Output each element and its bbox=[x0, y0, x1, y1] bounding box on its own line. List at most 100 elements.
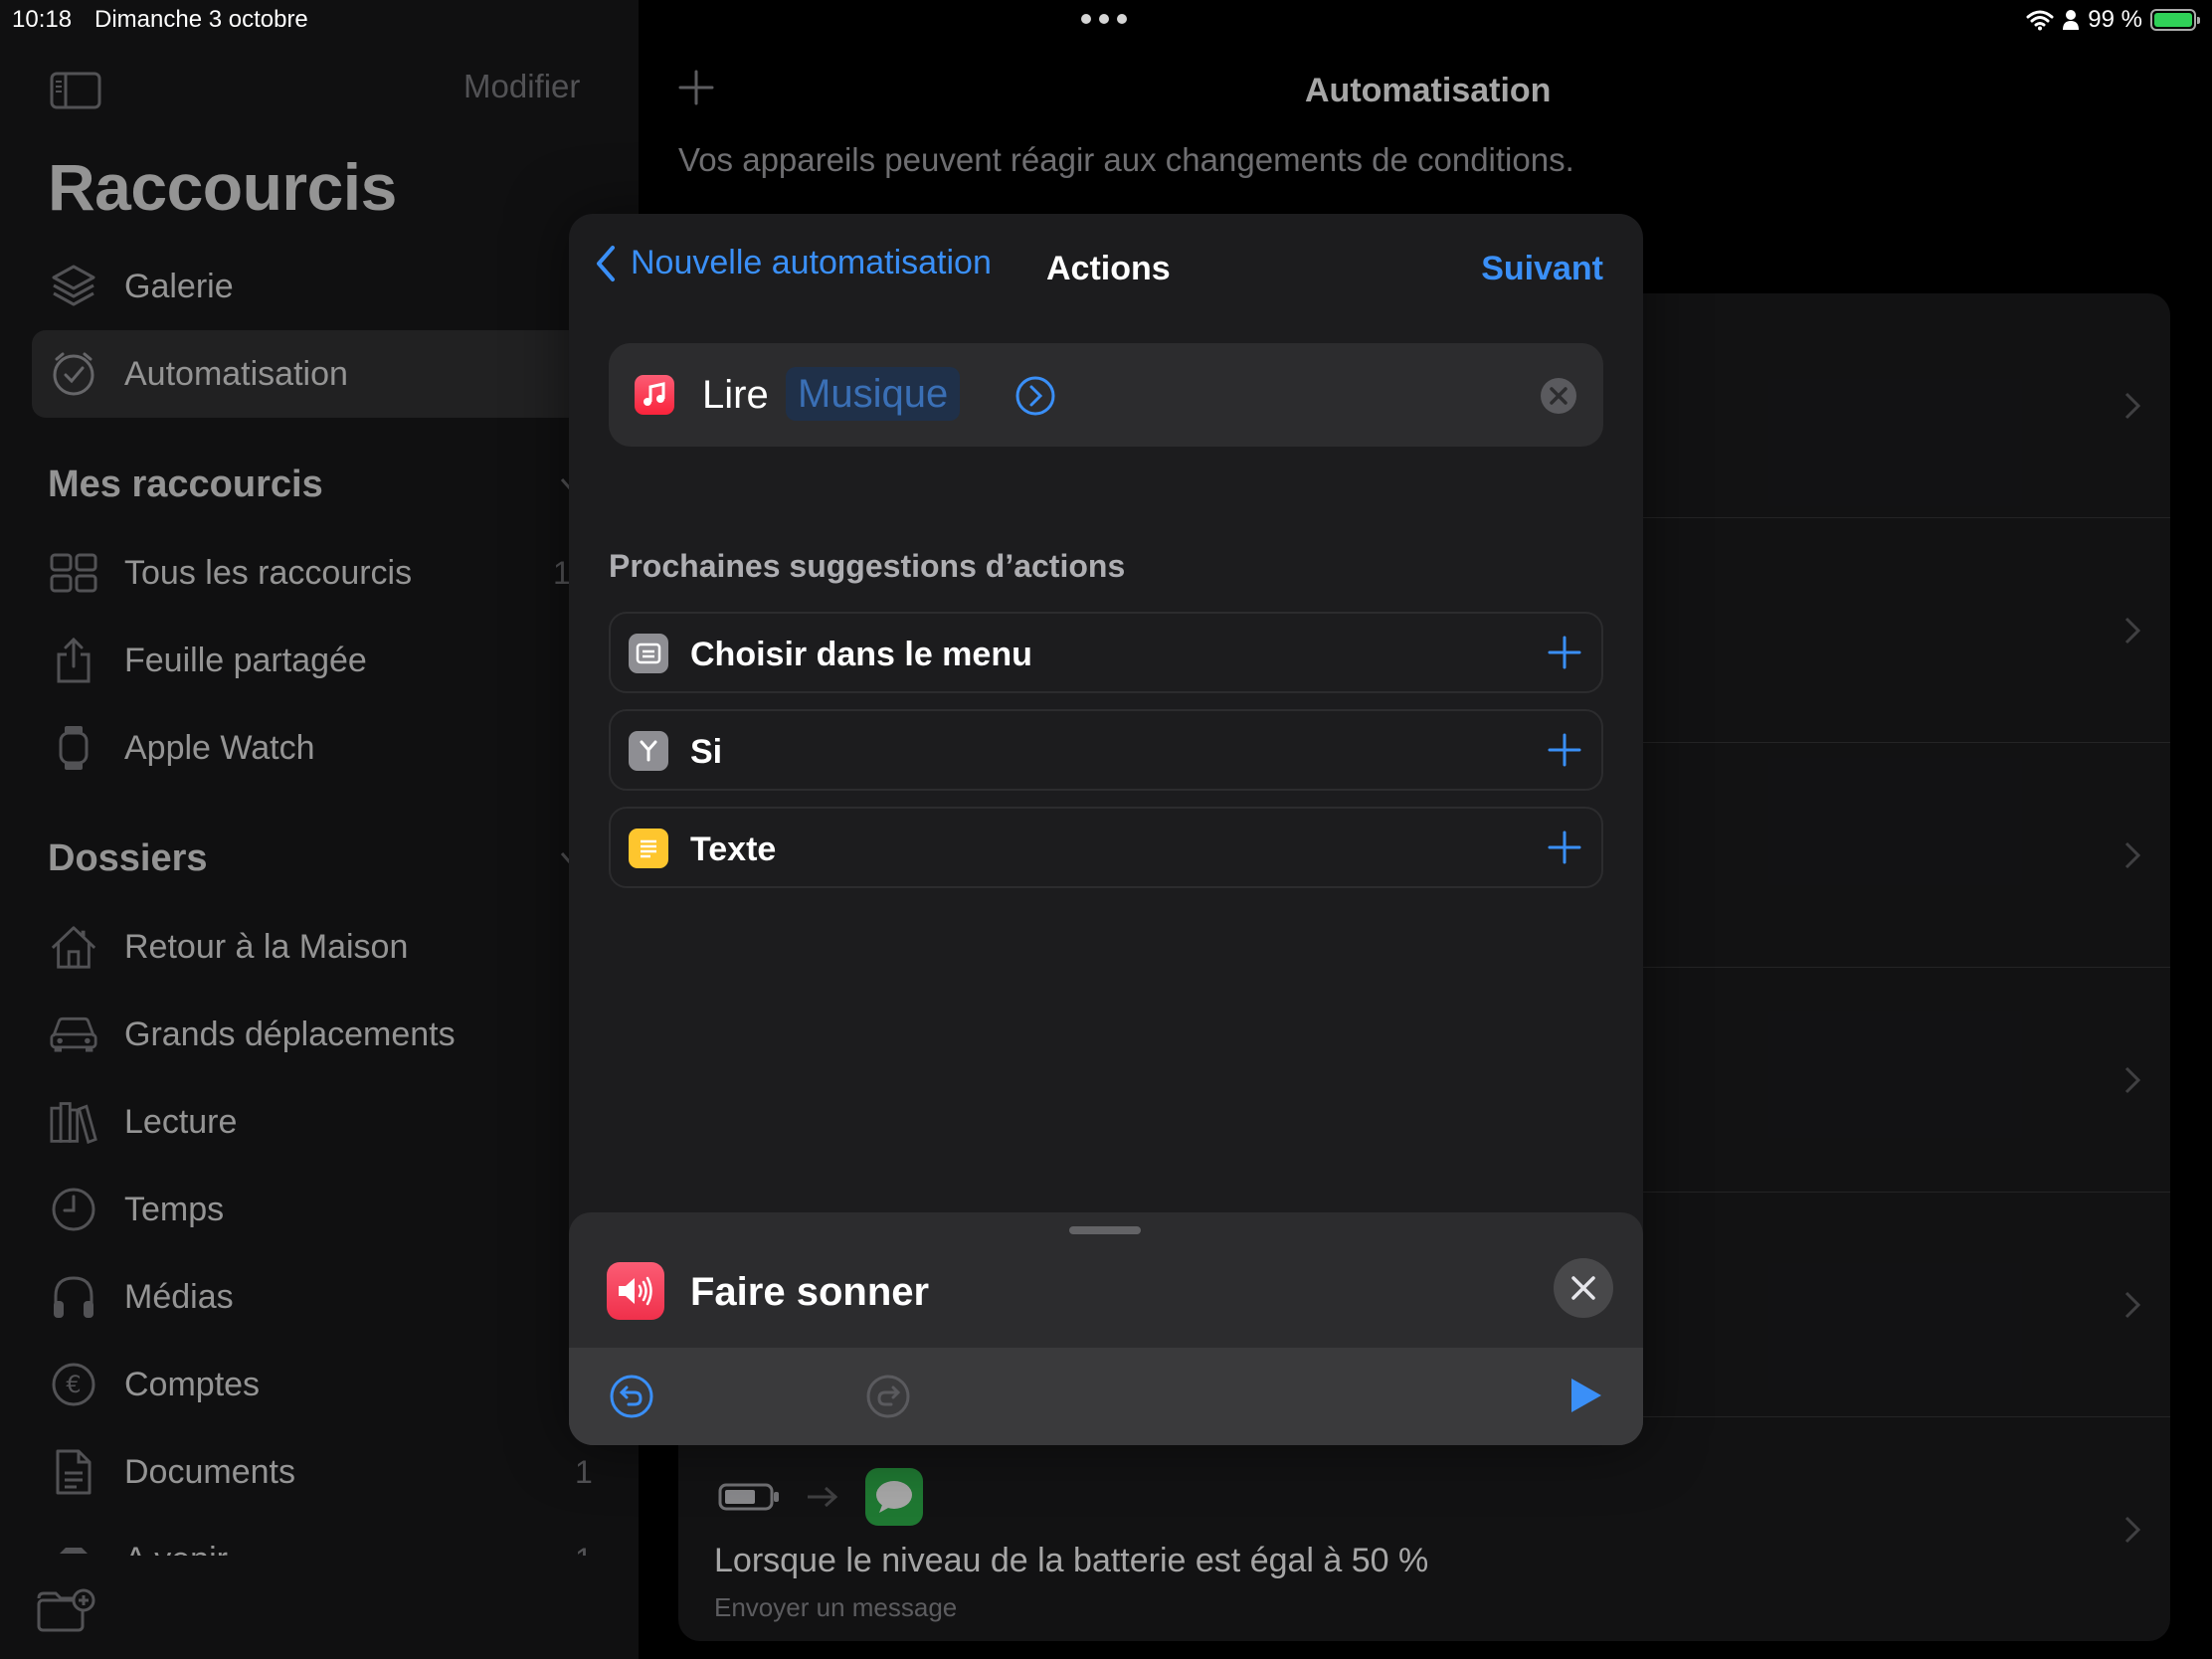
sidebar-item-all-shortcuts[interactable]: Tous les raccourcis 1 bbox=[32, 529, 639, 617]
sidebar-item-label: Feuille partagée bbox=[124, 641, 367, 679]
suggestion-label: Choisir dans le menu bbox=[690, 636, 1032, 673]
close-panel-button[interactable] bbox=[1554, 1258, 1613, 1318]
status-date: Dimanche 3 octobre bbox=[94, 6, 308, 33]
layers-icon bbox=[50, 263, 97, 310]
action-parameter-token[interactable]: Musique bbox=[786, 367, 961, 421]
music-icon bbox=[635, 375, 674, 415]
clock-icon bbox=[50, 1186, 97, 1233]
undo-icon[interactable] bbox=[609, 1374, 654, 1419]
sidebar-item-automation[interactable]: Automatisation bbox=[32, 330, 639, 418]
euro-icon: € bbox=[50, 1361, 97, 1408]
chevron-right-icon bbox=[2124, 1516, 2141, 1544]
sidebar-toggle-icon[interactable] bbox=[50, 72, 101, 109]
actions-sheet: Nouvelle automatisation Actions Suivant … bbox=[569, 214, 1643, 1445]
action-verb: Lire bbox=[702, 373, 769, 417]
next-button[interactable]: Suivant bbox=[1481, 250, 1603, 288]
shortcut-count: 1 bbox=[575, 1453, 593, 1490]
sidebar-item-label: Médias bbox=[124, 1277, 234, 1316]
my-shortcuts-header[interactable]: Mes raccourcis bbox=[48, 463, 323, 506]
suggestion-row[interactable]: Texte bbox=[609, 807, 1603, 888]
sidebar-item-label: Temps bbox=[124, 1190, 225, 1228]
edit-button[interactable]: Modifier bbox=[463, 68, 580, 105]
automation-title: Lorsque le niveau de la batterie est éga… bbox=[714, 1542, 1429, 1579]
add-suggestion-icon[interactable] bbox=[1548, 830, 1581, 864]
list-item-battery-automation[interactable]: Lorsque le niveau de la batterie est éga… bbox=[678, 1417, 2170, 1642]
suggestion-row[interactable]: Choisir dans le menu bbox=[609, 612, 1603, 693]
main-subtitle: Vos appareils peuvent réagir aux changem… bbox=[678, 141, 1574, 178]
battery-percentage: 99 % bbox=[2088, 6, 2142, 33]
sidebar-item-gallery[interactable]: Galerie bbox=[32, 243, 639, 330]
sheet-title: Actions bbox=[1046, 250, 1171, 287]
add-icon[interactable] bbox=[678, 70, 714, 105]
sidebar-item-apple-watch[interactable]: Apple Watch bbox=[32, 704, 639, 792]
sidebar-item-folder[interactable]: Temps bbox=[32, 1166, 639, 1253]
sidebar-item-folder[interactable]: € Comptes bbox=[32, 1341, 639, 1428]
chevron-right-icon bbox=[2124, 392, 2141, 420]
suggestion-label: Si bbox=[690, 733, 723, 771]
branch-icon bbox=[629, 731, 668, 771]
sidebar-item-label: Lecture bbox=[124, 1102, 238, 1141]
sidebar-item-label: Documents bbox=[124, 1452, 295, 1491]
sidebar-item-folder[interactable]: Documents 1 bbox=[32, 1428, 639, 1516]
panel-action-label: Faire sonner bbox=[690, 1270, 930, 1314]
redo-icon[interactable] bbox=[865, 1374, 911, 1419]
sidebar-item-label: Comptes bbox=[124, 1365, 261, 1403]
remove-action-icon[interactable] bbox=[1540, 377, 1577, 415]
sidebar-item-folder[interactable]: Retour à la Maison bbox=[32, 903, 639, 991]
back-button[interactable]: Nouvelle automatisation bbox=[595, 244, 992, 282]
sidebar-title: Raccourcis bbox=[48, 150, 397, 224]
add-suggestion-icon[interactable] bbox=[1548, 733, 1581, 767]
battery-half-icon bbox=[718, 1483, 779, 1511]
sidebar-item-share-sheet[interactable]: Feuille partagée bbox=[32, 617, 639, 704]
tray-icon bbox=[50, 1536, 97, 1556]
suggestion-label: Texte bbox=[690, 830, 777, 868]
chevron-left-icon bbox=[597, 245, 615, 281]
main-title: Automatisation bbox=[1305, 72, 1552, 109]
sidebar-item-label: Galerie bbox=[124, 267, 234, 305]
chevron-right-icon bbox=[2124, 617, 2141, 645]
multitasking-dots-icon[interactable] bbox=[1081, 14, 1127, 24]
editor-toolbar bbox=[569, 1348, 1643, 1445]
car-icon bbox=[50, 1011, 97, 1058]
sidebar-item-label: A venir bbox=[124, 1541, 228, 1557]
sidebar: Modifier Raccourcis Galerie Automatisati… bbox=[0, 0, 639, 1659]
clock-check-icon bbox=[50, 350, 97, 398]
text-icon bbox=[629, 829, 668, 868]
add-suggestion-icon[interactable] bbox=[1548, 636, 1581, 669]
document-icon bbox=[50, 1448, 97, 1496]
action-card[interactable]: Lire Musique bbox=[609, 343, 1603, 447]
battery-icon bbox=[2150, 9, 2200, 31]
status-bar: 10:18 Dimanche 3 octobre 99 % bbox=[0, 0, 2212, 40]
share-icon bbox=[50, 637, 97, 684]
new-folder-icon[interactable] bbox=[36, 1586, 95, 1634]
chevron-right-icon bbox=[2124, 1291, 2141, 1319]
sidebar-item-folder[interactable]: Grands déplacements bbox=[32, 991, 639, 1078]
close-icon bbox=[1571, 1276, 1595, 1300]
automation-icons bbox=[718, 1467, 923, 1527]
menu-icon bbox=[629, 634, 668, 673]
action-search-panel: Faire sonner bbox=[569, 1212, 1643, 1445]
headphones-icon bbox=[50, 1273, 97, 1321]
books-icon bbox=[50, 1098, 97, 1146]
speaker-icon bbox=[607, 1262, 664, 1320]
shortcut-count: 1 bbox=[575, 1542, 593, 1557]
person-icon bbox=[2063, 10, 2080, 30]
sidebar-item-label: Retour à la Maison bbox=[124, 927, 409, 966]
house-icon bbox=[50, 923, 97, 971]
wifi-icon bbox=[2026, 10, 2054, 31]
folders-header[interactable]: Dossiers bbox=[48, 837, 208, 880]
svg-text:€: € bbox=[66, 1371, 81, 1398]
grid-icon bbox=[50, 549, 97, 597]
sidebar-item-label: Automatisation bbox=[124, 354, 348, 393]
sidebar-item-folder[interactable]: Lecture bbox=[32, 1078, 639, 1166]
chevron-right-icon bbox=[2124, 1066, 2141, 1094]
chevron-right-icon bbox=[2124, 841, 2141, 869]
watch-icon bbox=[50, 724, 97, 772]
sidebar-item-folder[interactable]: A venir 1 bbox=[32, 1516, 639, 1556]
play-icon[interactable] bbox=[1566, 1376, 1605, 1415]
chevron-circle-right-icon[interactable] bbox=[1014, 375, 1056, 417]
sidebar-item-folder[interactable]: Médias bbox=[32, 1253, 639, 1341]
panel-grabber[interactable] bbox=[1069, 1226, 1141, 1234]
suggestion-row[interactable]: Si bbox=[609, 709, 1603, 791]
sidebar-item-label: Grands déplacements bbox=[124, 1014, 456, 1053]
